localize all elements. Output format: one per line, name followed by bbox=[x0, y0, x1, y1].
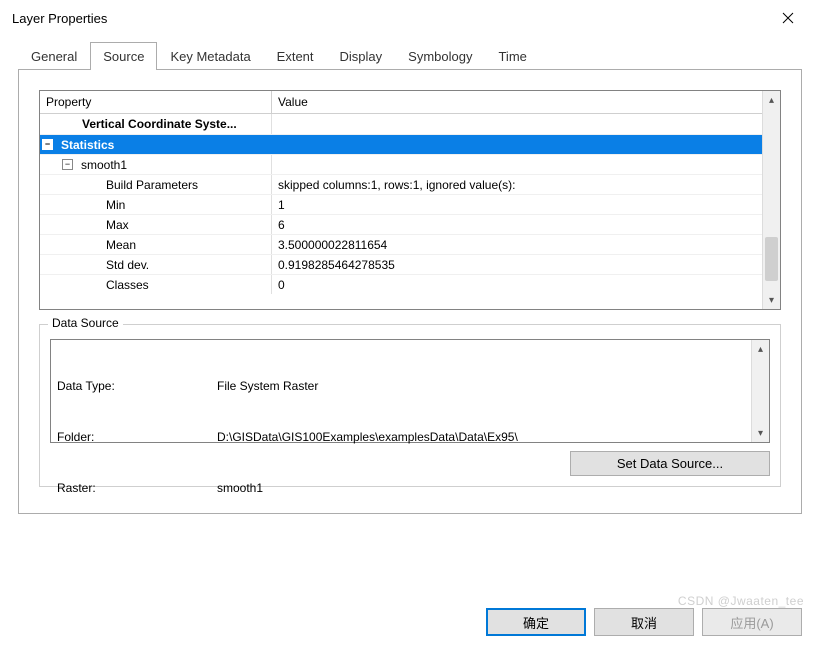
close-icon[interactable] bbox=[768, 4, 808, 32]
prop-row-build-parameters[interactable]: Build Parameters skipped columns:1, rows… bbox=[40, 174, 762, 194]
ok-button[interactable]: 确定 bbox=[486, 608, 586, 636]
prop-row-vertical-coord[interactable]: Vertical Coordinate Syste... bbox=[40, 114, 762, 134]
column-header-value[interactable]: Value bbox=[272, 91, 762, 113]
data-source-legend: Data Source bbox=[48, 316, 123, 330]
apply-button: 应用(A) bbox=[702, 608, 802, 636]
data-source-group: Data Source Data Type: File System Raste… bbox=[39, 324, 781, 487]
panel-source: Property Value Vertical Coordinate Syste… bbox=[18, 70, 802, 514]
property-grid-header: Property Value bbox=[40, 91, 762, 114]
tab-symbology[interactable]: Symbology bbox=[395, 42, 485, 70]
property-grid: Property Value Vertical Coordinate Syste… bbox=[39, 90, 781, 310]
chevron-up-icon[interactable]: ▴ bbox=[763, 91, 780, 109]
tab-extent[interactable]: Extent bbox=[264, 42, 327, 70]
prop-row-stddev[interactable]: Std dev. 0.9198285464278535 bbox=[40, 254, 762, 274]
prop-row-min[interactable]: Min 1 bbox=[40, 194, 762, 214]
watermark: CSDN @Jwaaten_tee bbox=[678, 594, 804, 608]
dialog-footer: 确定 取消 应用(A) bbox=[0, 608, 820, 636]
cancel-button[interactable]: 取消 bbox=[594, 608, 694, 636]
prop-row-smooth1[interactable]: − smooth1 bbox=[40, 154, 762, 174]
scrollbar-track[interactable] bbox=[763, 109, 780, 291]
scrollbar-thumb[interactable] bbox=[765, 237, 778, 281]
chevron-down-icon[interactable]: ▾ bbox=[763, 291, 780, 309]
prop-row-classes[interactable]: Classes 0 bbox=[40, 274, 762, 294]
chevron-down-icon[interactable]: ▾ bbox=[752, 424, 769, 442]
property-grid-scrollbar[interactable]: ▴ ▾ bbox=[762, 91, 780, 309]
data-source-scrollbar[interactable]: ▴ ▾ bbox=[751, 340, 769, 442]
window-title: Layer Properties bbox=[12, 11, 107, 26]
prop-row-max[interactable]: Max 6 bbox=[40, 214, 762, 234]
tab-strip: General Source Key Metadata Extent Displ… bbox=[18, 42, 802, 70]
scrollbar-track[interactable] bbox=[752, 358, 769, 424]
minus-icon[interactable]: − bbox=[42, 139, 53, 150]
set-data-source-button[interactable]: Set Data Source... bbox=[570, 451, 770, 476]
chevron-up-icon[interactable]: ▴ bbox=[752, 340, 769, 358]
data-source-text: Data Type: File System Raster Folder: D:… bbox=[51, 340, 751, 442]
column-header-property[interactable]: Property bbox=[40, 91, 272, 113]
prop-row-mean[interactable]: Mean 3.500000022811654 bbox=[40, 234, 762, 254]
prop-row-statistics[interactable]: − Statistics bbox=[40, 134, 762, 154]
tab-display[interactable]: Display bbox=[327, 42, 396, 70]
tab-general[interactable]: General bbox=[18, 42, 90, 70]
minus-icon[interactable]: − bbox=[62, 159, 73, 170]
data-source-box: Data Type: File System Raster Folder: D:… bbox=[50, 339, 770, 443]
tab-time[interactable]: Time bbox=[485, 42, 539, 70]
tab-source[interactable]: Source bbox=[90, 42, 157, 70]
tab-key-metadata[interactable]: Key Metadata bbox=[157, 42, 263, 70]
